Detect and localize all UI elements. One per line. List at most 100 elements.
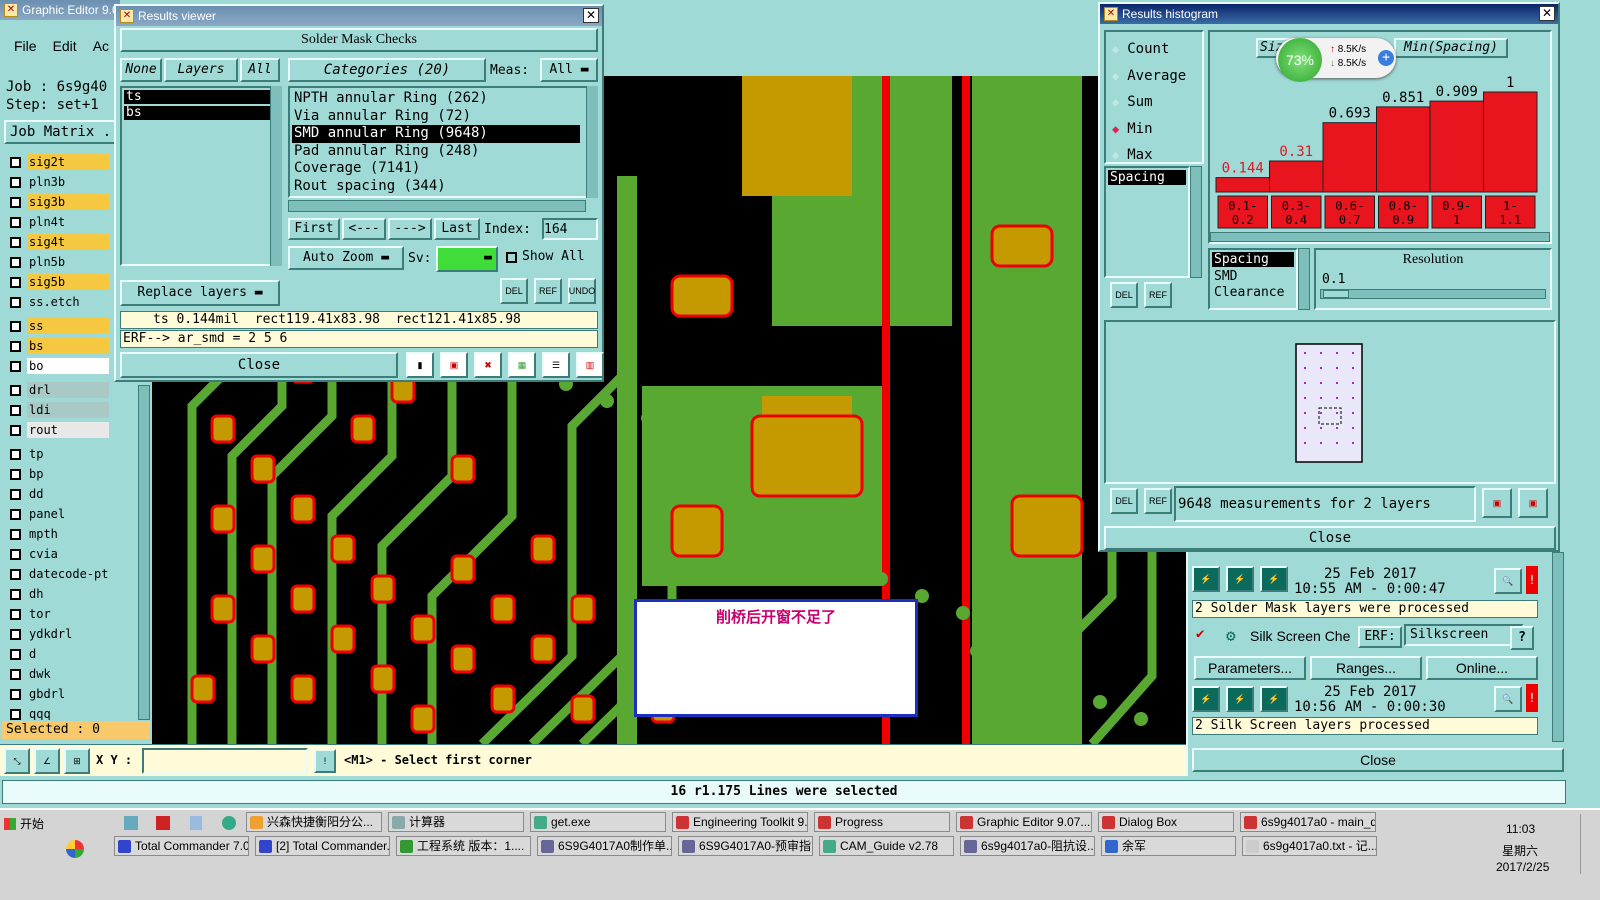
category-item[interactable]: NPTH annular Ring (262): [292, 90, 580, 108]
layer-name[interactable]: rout: [27, 422, 109, 438]
layer-name[interactable]: qqq: [27, 706, 109, 720]
hist-type-spacing[interactable]: Spacing: [1212, 252, 1294, 267]
layer-row[interactable]: dwk: [4, 664, 144, 684]
quicklaunch-icon-1[interactable]: [124, 816, 138, 830]
layer-checkbox[interactable]: [10, 296, 21, 308]
layer-row[interactable]: ydkdrl: [4, 624, 144, 644]
zoom-search-icon-2[interactable]: 🔍: [1494, 686, 1522, 712]
taskbar-button[interactable]: Progress: [814, 812, 950, 832]
layer-name[interactable]: dd: [27, 486, 109, 502]
hist-export-icon-2[interactable]: ▣: [1518, 488, 1548, 518]
layer-row[interactable]: qqq: [4, 704, 144, 720]
rv-last-button[interactable]: Last: [434, 218, 480, 240]
rv-tool-icon-2[interactable]: ▣: [440, 352, 468, 378]
layer-row[interactable]: ldi: [4, 400, 144, 420]
layer-checkbox[interactable]: [10, 668, 21, 680]
taskbar-button[interactable]: Total Commander 7.0...: [114, 836, 249, 856]
taskbar-button[interactable]: [2] Total Commander...: [255, 836, 390, 856]
layer-checkbox[interactable]: [10, 588, 21, 600]
quicklaunch-flag-icon[interactable]: [66, 840, 84, 858]
layer-name[interactable]: bs: [27, 338, 109, 354]
rv-ref-icon[interactable]: REF: [534, 278, 562, 304]
layer-name[interactable]: sig3b: [27, 194, 109, 210]
hist-option-sum[interactable]: ◆ Sum: [1112, 89, 1196, 116]
ranges-button[interactable]: Ranges...: [1310, 656, 1422, 680]
rv-sv-color-select[interactable]: ▬: [436, 246, 498, 272]
layer-checkbox[interactable]: [10, 320, 21, 332]
layer-checkbox[interactable]: [10, 568, 21, 580]
menu-actions[interactable]: Ac: [93, 38, 109, 58]
hist-option-count[interactable]: ◆ Count: [1112, 36, 1196, 63]
quicklaunch-icon-3[interactable]: [190, 816, 202, 830]
network-plus-icon[interactable]: +: [1378, 50, 1394, 66]
layer-checkbox[interactable]: [10, 648, 21, 660]
online-button[interactable]: Online...: [1426, 656, 1538, 680]
rv-replace-layers-select[interactable]: Replace layers ▬: [120, 280, 280, 306]
hist-list-item[interactable]: Spacing: [1108, 170, 1186, 185]
taskbar-button[interactable]: 工程系统 版本：1....: [396, 836, 531, 856]
rv-tool-icon-3[interactable]: ✖: [474, 352, 502, 378]
rv-index-input[interactable]: [542, 218, 598, 240]
layer-name[interactable]: ss: [27, 318, 109, 334]
layer-checkbox[interactable]: [10, 276, 21, 288]
rv-histogram-icon[interactable]: ▥: [576, 352, 604, 378]
layer-name[interactable]: bo: [27, 358, 109, 374]
layer-name[interactable]: drl: [27, 382, 109, 398]
rv-prev-button[interactable]: <---: [342, 218, 386, 240]
rv-all-button[interactable]: All: [240, 58, 280, 82]
hist-type-clearance[interactable]: Clearance: [1212, 285, 1294, 300]
hist-ref-icon[interactable]: REF: [1144, 282, 1172, 308]
quicklaunch-ie-icon[interactable]: [222, 816, 236, 830]
xy-input[interactable]: [142, 748, 308, 774]
hist-bar[interactable]: [1269, 160, 1324, 193]
layer-checkbox[interactable]: [10, 404, 21, 416]
hist-type-scrollbar[interactable]: [1298, 248, 1310, 310]
hist-type-smd[interactable]: SMD: [1212, 269, 1294, 284]
layer-row[interactable]: tp: [4, 444, 144, 464]
hist-ref-icon-2[interactable]: REF: [1144, 488, 1172, 514]
layer-list-scrollbar[interactable]: [138, 385, 150, 720]
hist-bar[interactable]: [1483, 91, 1538, 193]
layer-checkbox[interactable]: [10, 468, 21, 480]
layer-row[interactable]: tor: [4, 604, 144, 624]
layer-checkbox[interactable]: [10, 528, 21, 540]
zoom-search-icon-1[interactable]: 🔍: [1494, 568, 1522, 594]
run-icon-2[interactable]: ⚡: [1226, 566, 1254, 592]
taskbar-button[interactable]: Dialog Box: [1098, 812, 1234, 832]
layer-checkbox[interactable]: [10, 548, 21, 560]
start-button[interactable]: 开始: [2, 814, 52, 834]
quicklaunch-pdf-icon[interactable]: [156, 816, 170, 830]
layer-name[interactable]: panel: [27, 506, 109, 522]
rv-close-icon[interactable]: ✕: [583, 8, 599, 23]
category-item[interactable]: Coverage (7141): [292, 160, 580, 178]
layer-checkbox[interactable]: [10, 608, 21, 620]
layer-row[interactable]: rout: [4, 420, 144, 440]
layer-name[interactable]: mpth: [27, 526, 109, 542]
layer-name[interactable]: gbdrl: [27, 686, 109, 702]
taskbar-button[interactable]: 6s9g4017a0 - main_qa: [1240, 812, 1376, 832]
show-desktop-button[interactable]: [1580, 814, 1596, 874]
layer-checkbox[interactable]: [10, 488, 21, 500]
rv-tool-icon-4[interactable]: ▦: [508, 352, 536, 378]
checklist-scrollbar[interactable]: [1552, 552, 1564, 742]
layer-row[interactable]: dh: [4, 584, 144, 604]
rv-layer-scrollbar[interactable]: [270, 86, 282, 266]
category-item[interactable]: Rout spacing (344): [292, 178, 580, 196]
rv-none-button[interactable]: None: [120, 58, 162, 82]
layer-name[interactable]: sig5b: [27, 274, 109, 290]
run-icon-6[interactable]: ⚡: [1260, 686, 1288, 712]
rv-auto-zoom-select[interactable]: Auto Zoom ▬: [288, 246, 404, 270]
layer-checkbox[interactable]: [10, 628, 21, 640]
taskbar-button[interactable]: 6s9g4017a0-阻抗设...: [960, 836, 1095, 856]
layer-checkbox[interactable]: [10, 688, 21, 700]
silk-erf-value[interactable]: Silkscreen: [1404, 624, 1524, 646]
layer-checkbox[interactable]: [10, 360, 21, 372]
layer-checkbox[interactable]: [10, 424, 21, 436]
layer-name[interactable]: dh: [27, 586, 109, 602]
layer-name[interactable]: pln4t: [27, 214, 109, 230]
layer-checkbox[interactable]: [10, 384, 21, 396]
run-icon-4[interactable]: ⚡: [1192, 686, 1220, 712]
layer-name[interactable]: sig2t: [27, 154, 109, 170]
hist-bar[interactable]: [1215, 177, 1270, 193]
layer-checkbox[interactable]: [10, 236, 21, 248]
